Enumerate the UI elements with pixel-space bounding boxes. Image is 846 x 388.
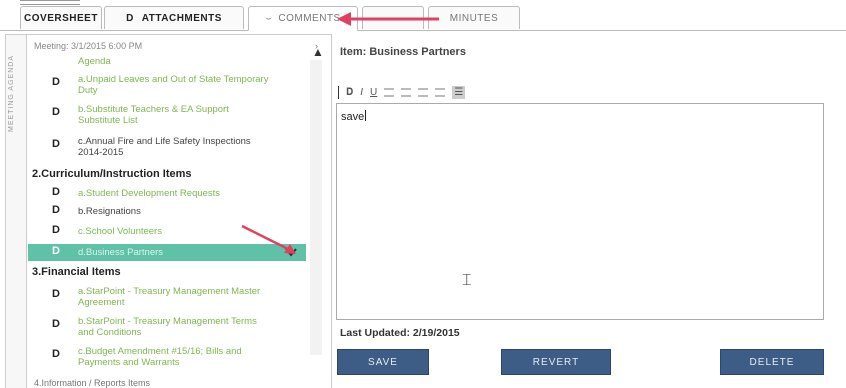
ibeam-cursor-icon: ⌶ [462, 272, 472, 289]
document-icon: D [52, 348, 60, 360]
tab-coversheet-label: COVERSHEET [24, 12, 98, 24]
list-item-label: Agenda [78, 56, 111, 67]
list-item-label: a.StarPoint - Treasury Management Master… [78, 286, 261, 308]
document-icon: D [52, 318, 60, 330]
list-item[interactable]: D c.Annual Fire and Life Safety Inspecti… [28, 136, 308, 160]
delete-button[interactable]: DELETE [720, 349, 824, 375]
sidebar-scrollbar[interactable] [310, 60, 322, 355]
list-item-label: b.Substitute Teachers & EA Support Subst… [78, 104, 229, 126]
delete-button-label: DELETE [749, 356, 795, 368]
meeting-selector[interactable]: Meeting: 3/1/2015 6:00 PM › [34, 41, 324, 55]
item-title: Item: Business Partners [340, 46, 466, 58]
list-item[interactable]: D a.StarPoint - Treasury Management Mast… [28, 286, 308, 310]
revert-button[interactable]: REVERT [501, 349, 611, 375]
toolbar-divider [338, 85, 339, 99]
section-heading: 3.Financial Items [32, 266, 121, 278]
document-icon: D [52, 106, 60, 118]
list-item[interactable]: Agenda [28, 56, 308, 72]
revert-button-label: REVERT [532, 356, 580, 368]
italic-icon[interactable]: I [360, 87, 363, 98]
list-item-label: c.Annual Fire and Life Safety Inspection… [78, 136, 251, 158]
save-button-label: SAVE [368, 356, 398, 368]
sidebar-vertical-label: MEETING AGENDA [8, 55, 15, 133]
text-cursor [365, 110, 367, 121]
list-item[interactable]: D b.Resignations [28, 204, 308, 218]
document-icon: D [52, 186, 60, 198]
section-heading: 2.Curriculum/Instruction Items [32, 168, 192, 180]
save-button[interactable]: SAVE [337, 349, 429, 375]
list-item[interactable]: D b.Substitute Teachers & EA Support Sub… [28, 104, 308, 128]
comment-icon: ⌣ [265, 13, 273, 24]
scroll-up-icon[interactable]: ▲ [312, 45, 324, 59]
align-center-icon[interactable] [401, 87, 412, 97]
editor-toolbar: 𝐃 I U ☰ [338, 84, 466, 100]
tab-minutes-label: MINUTES [449, 12, 499, 24]
list-item-label: b.StarPoint - Treasury Management Terms … [78, 316, 257, 338]
list-item[interactable]: D a.Unpaid Leaves and Out of State Tempo… [28, 74, 308, 98]
align-right-icon[interactable] [418, 87, 429, 97]
tab-attachments-label: ATTACHMENTS [141, 12, 222, 24]
underline-icon[interactable]: U [370, 87, 377, 98]
meeting-label: Meeting: 3/1/2015 6:00 PM [34, 41, 143, 51]
document-icon: D [52, 138, 60, 150]
document-icon: D [52, 76, 60, 88]
annotation-arrow-icon [337, 12, 439, 26]
document-icon: D [52, 204, 60, 216]
document-icon: D [52, 245, 60, 257]
align-left-icon[interactable] [384, 87, 395, 97]
tab-attachments[interactable]: D ATTACHMENTS [104, 6, 244, 29]
last-updated: Last Updated: 2/19/2015 [340, 327, 460, 339]
annotation-arrow-icon [241, 224, 296, 254]
tab-bar-decoration [20, 0, 80, 5]
list-item-label: b.Resignations [78, 206, 141, 217]
align-justify-icon[interactable] [435, 87, 446, 97]
document-icon: D [52, 224, 60, 236]
document-icon: D [52, 288, 60, 300]
editor-text: save [341, 110, 367, 123]
sidebar-vertical-tab[interactable]: MEETING AGENDA [6, 35, 27, 388]
tab-comments-label: COMMENTS [278, 13, 341, 24]
list-item-label: a.Unpaid Leaves and Out of State Tempora… [78, 74, 269, 96]
format-icon[interactable]: 𝐃 [346, 87, 353, 98]
list-item-label: a.Student Development Requests [78, 188, 221, 199]
tab-coversheet[interactable]: COVERSHEET [20, 6, 102, 29]
source-icon[interactable]: ☰ [452, 85, 466, 99]
list-item[interactable]: D a.Student Development Requests [28, 186, 308, 200]
list-item[interactable]: D c.Budget Amendment #15/16; Bills and P… [28, 346, 308, 370]
list-item[interactable]: D b.StarPoint - Treasury Management Term… [28, 316, 308, 340]
list-item-label: c.Budget Amendment #15/16; Bills and Pay… [78, 346, 242, 368]
attachment-doc-icon: D [126, 12, 134, 24]
comment-editor[interactable]: save [336, 103, 824, 320]
